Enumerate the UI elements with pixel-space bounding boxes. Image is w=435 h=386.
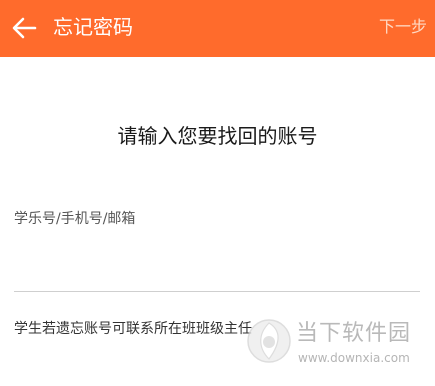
page-title: 忘记密码 [53,15,133,39]
account-field-placeholder: 学乐号/手机号/邮箱 [14,211,136,227]
downxia-logo-icon [247,319,291,363]
instruction-heading: 请输入您要找回的账号 [117,124,318,148]
watermark-url: www.downxia.com [298,351,410,365]
watermark: 当下软件园 www.downxia.com [246,318,418,376]
next-step-button[interactable]: 下一步 [379,15,427,39]
app-bar: 忘记密码 下一步 [0,0,435,57]
recovery-hint: 学生若遗忘账号可联系所在班班级主任 [14,321,252,337]
arrow-left-icon[interactable] [11,16,37,40]
watermark-name: 当下软件园 [296,321,412,346]
